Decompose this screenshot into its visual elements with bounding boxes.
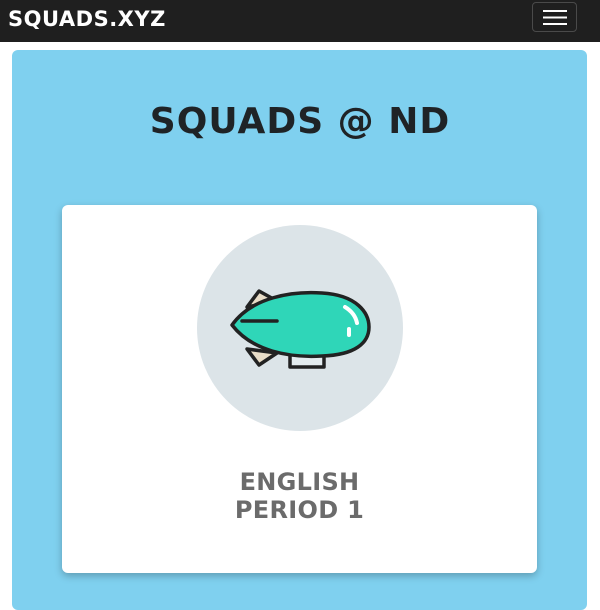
menu-toggle-button[interactable] xyxy=(532,2,577,32)
squad-name: ENGLISH PERIOD 1 xyxy=(62,468,537,524)
top-navbar: SQUADS.XYZ xyxy=(0,0,600,42)
squad-card[interactable]: ENGLISH PERIOD 1 xyxy=(62,205,537,573)
squad-icon-circle xyxy=(197,225,403,431)
blimp-icon xyxy=(230,289,371,369)
squad-name-line2: PERIOD 1 xyxy=(234,496,365,524)
hamburger-menu-icon xyxy=(543,10,567,25)
squad-name-line1: ENGLISH xyxy=(239,468,360,496)
brand-logo-link[interactable]: SQUADS.XYZ xyxy=(8,5,166,33)
page-title: SQUADS @ ND xyxy=(149,101,451,142)
